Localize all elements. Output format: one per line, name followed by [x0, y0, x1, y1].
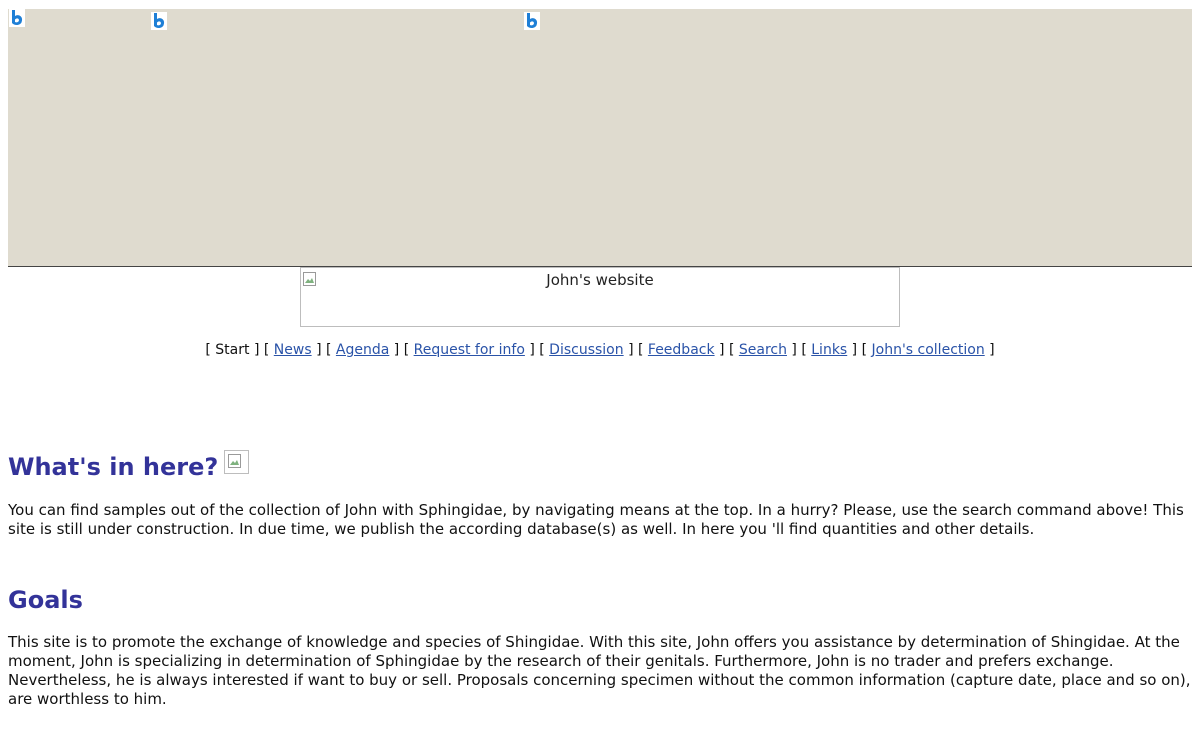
top-navigation: [ Start ] [ News ] [ Agenda ] [ Request …: [205, 342, 995, 358]
nav-link-links[interactable]: Links: [811, 342, 847, 358]
section-heading-goals: Goals: [8, 586, 83, 614]
broken-image-icon: [224, 450, 250, 474]
section-heading-whats-in-here: What's in here?: [8, 450, 250, 481]
nav-link-request-for-info[interactable]: Request for info: [414, 342, 525, 358]
bing-icon[interactable]: [524, 12, 540, 30]
banner-area: [8, 9, 1192, 267]
section-paragraph-goals: This site is to promote the exchange of …: [8, 633, 1191, 708]
bing-icon[interactable]: [151, 12, 167, 30]
section-heading-text: What's in here?: [8, 453, 219, 481]
page: John's website [ Start ] [ News ] [ Agen…: [0, 0, 1200, 740]
nav-link-agenda[interactable]: Agenda: [336, 342, 389, 358]
nav-link-news[interactable]: News: [274, 342, 312, 358]
nav-link-feedback[interactable]: Feedback: [648, 342, 715, 358]
nav-link-johns-collection[interactable]: John's collection: [872, 342, 985, 358]
logo-alt-text: John's website: [546, 271, 654, 289]
section-paragraph-whats-in-here: You can find samples out of the collecti…: [8, 501, 1184, 538]
site-logo-image: John's website: [300, 267, 900, 327]
nav-item-start: Start: [215, 342, 250, 358]
nav-link-search[interactable]: Search: [739, 342, 787, 358]
nav-link-discussion[interactable]: Discussion: [549, 342, 623, 358]
bing-icon[interactable]: [9, 9, 25, 27]
